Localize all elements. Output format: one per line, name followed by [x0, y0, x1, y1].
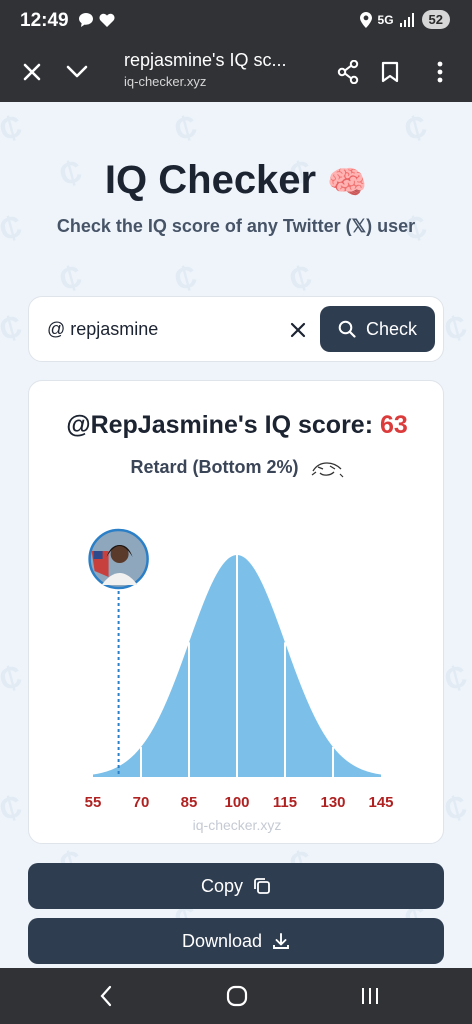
x-tick-label: 115	[273, 794, 297, 811]
download-icon	[273, 933, 289, 949]
back-icon	[100, 985, 112, 1007]
back-nav-button[interactable]	[86, 982, 126, 1010]
page-heading: IQ Checker 🧠	[0, 158, 472, 203]
heart-icon	[99, 13, 115, 27]
watermark-glyph: ₵	[0, 659, 26, 698]
brain-icon: 🧠	[327, 164, 368, 200]
username-input[interactable]	[47, 313, 277, 345]
network-label: 5G	[377, 12, 394, 27]
chevron-down-icon	[66, 65, 88, 78]
system-nav-bar	[0, 968, 472, 1024]
copy-button-label: Copy	[200, 875, 244, 896]
close-tab-button[interactable]	[12, 52, 52, 92]
watermark-glyph: ₵	[285, 259, 316, 298]
x-tick-label: 70	[133, 794, 150, 811]
copy-button[interactable]: Copy	[28, 863, 444, 909]
page-url[interactable]: iq-checker.xyz	[124, 74, 206, 89]
minimize-button[interactable]	[57, 52, 97, 92]
web-page: ₵ ₵ ₵ ₵ ₵ ₵ ₵ ₵ ₵ ₵ ₵ ₵ ₵ ₵ ₵ ₵ ₵ ₵ ₵ ₵ …	[0, 102, 472, 968]
download-button-label: Download	[181, 930, 263, 951]
status-right: 5G 52	[359, 10, 450, 29]
copy-icon	[254, 878, 270, 894]
download-button[interactable]: Download	[28, 918, 444, 964]
location-icon	[359, 11, 372, 28]
check-button-label: Check	[365, 318, 418, 339]
signal-icon	[399, 12, 414, 27]
page-heading-text: IQ Checker	[104, 158, 317, 202]
watermark-glyph: ₵	[0, 309, 26, 348]
search-bar: Check	[28, 296, 444, 362]
more-menu-button[interactable]	[420, 52, 460, 92]
close-icon	[23, 63, 41, 81]
status-time: 12:49	[20, 10, 69, 31]
chat-icon	[79, 13, 93, 27]
watermark-glyph: ₵	[440, 659, 471, 698]
share-button[interactable]	[328, 52, 368, 92]
watermark-glyph: ₵	[0, 789, 26, 828]
share-icon	[337, 60, 359, 84]
chart-watermark: iq-checker.xyz	[192, 817, 282, 833]
watermark-glyph: ₵	[0, 109, 26, 148]
page-title: repjasmine's IQ sc...	[124, 50, 287, 70]
x-tick-label: 100	[224, 794, 249, 811]
close-icon	[290, 322, 306, 338]
check-button[interactable]: Check	[320, 306, 435, 352]
recents-nav-button[interactable]	[350, 982, 390, 1010]
recents-icon	[362, 988, 378, 1004]
x-tick-label: 85	[181, 794, 198, 811]
watermark-glyph: ₵	[170, 109, 201, 148]
user-avatar	[88, 528, 149, 590]
iq-distribution-chart: 55 70 85 100 115 130 145	[85, 528, 394, 811]
bookmark-icon	[381, 61, 399, 83]
home-nav-button[interactable]	[217, 982, 257, 1010]
page-subtitle: Check the IQ score of any Twitter (𝕏) us…	[56, 216, 416, 236]
watermark-glyph: ₵	[440, 789, 471, 828]
browser-toolbar: repjasmine's IQ sc... iq-checker.xyz	[0, 42, 472, 102]
x-tick-label: 145	[368, 794, 393, 811]
x-tick-label: 55	[85, 794, 102, 811]
watermark-glyph: ₵	[400, 109, 431, 148]
clear-input-button[interactable]	[283, 315, 313, 345]
result-card: @RepJasmine's IQ score: 63 Retard (Botto…	[28, 380, 444, 844]
status-bar: 12:49 5G 52	[0, 0, 472, 42]
more-vert-icon	[437, 61, 443, 83]
notification-icons	[78, 12, 115, 28]
watermark-glyph: ₵	[170, 259, 201, 298]
battery-badge: 52	[421, 10, 450, 29]
search-icon	[338, 320, 356, 338]
x-tick-label: 130	[320, 794, 345, 811]
watermark-glyph: ₵	[440, 309, 471, 348]
watermark-glyph: ₵	[55, 259, 86, 298]
bookmark-button[interactable]	[370, 52, 410, 92]
home-icon	[226, 985, 248, 1007]
